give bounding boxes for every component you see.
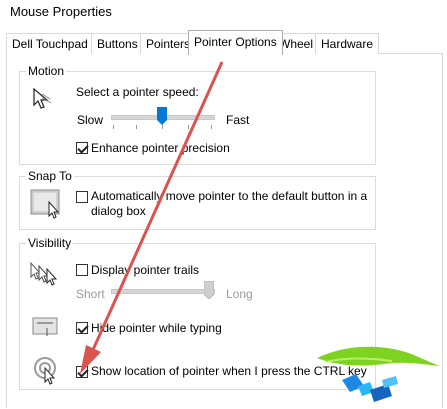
tab-pointer-options[interactable]: Pointer Options <box>188 30 283 55</box>
watermark-logo <box>312 336 444 406</box>
